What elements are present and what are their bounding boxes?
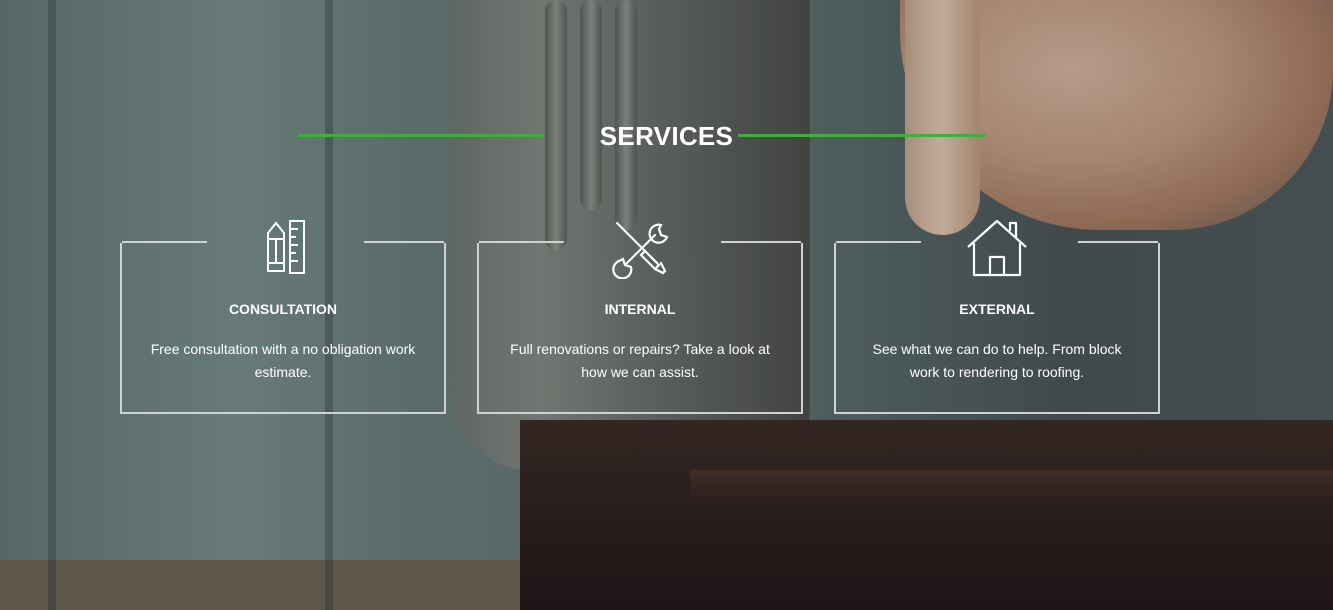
service-card-internal[interactable]: INTERNAL Full renovations or repairs? Ta… (477, 221, 803, 414)
service-description: Free consultation with a no obligation w… (150, 341, 416, 380)
service-card-external[interactable]: EXTERNAL See what we can do to help. Fro… (834, 219, 1160, 414)
service-title: CONSULTATION (228, 301, 338, 317)
service-title: EXTERNAL (959, 301, 1035, 317)
service-description: See what we can do to help. From block w… (872, 341, 1122, 380)
house-icon (967, 219, 1027, 277)
service-card-consultation[interactable]: CONSULTATION Free consultation with a no… (120, 220, 446, 414)
service-description: Full renovations or repairs? Take a look… (510, 341, 770, 380)
service-title: INTERNAL (604, 301, 676, 317)
pencil-ruler-icon (267, 220, 305, 274)
section-title: SERVICES (599, 121, 734, 151)
tools-icon (612, 221, 669, 279)
